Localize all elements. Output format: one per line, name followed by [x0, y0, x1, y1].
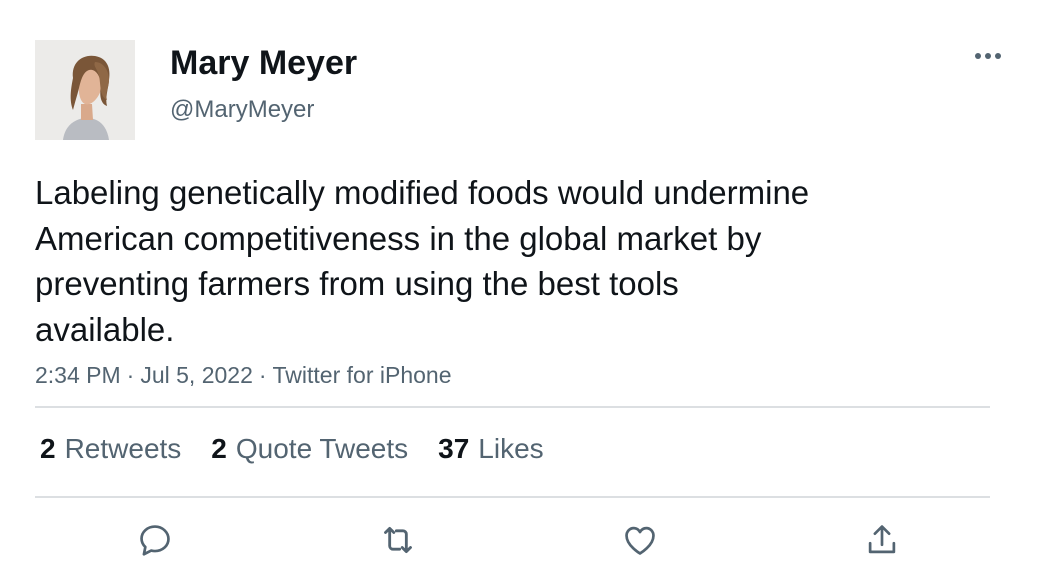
share-button[interactable]	[860, 518, 904, 562]
retweets-count: 2	[40, 433, 56, 464]
retweets-label: Retweets	[64, 433, 182, 464]
quote-tweets-count: 2	[211, 433, 227, 464]
reply-button[interactable]	[133, 518, 177, 562]
tweet-actions-bar	[0, 518, 1050, 562]
divider	[35, 406, 990, 408]
engagement-stats: 2 Retweets 2 Quote Tweets 37 Likes	[40, 430, 544, 468]
more-horizontal-icon	[975, 53, 1001, 59]
tweet-text: Labeling genetically modified foods woul…	[35, 174, 810, 348]
likes-label: Likes	[478, 433, 544, 464]
quote-tweets-stat[interactable]: 2 Quote Tweets	[211, 430, 408, 468]
profile-photo-icon	[35, 40, 135, 140]
likes-stat[interactable]: 37 Likes	[438, 430, 544, 468]
divider	[35, 496, 990, 498]
retweet-icon	[384, 526, 412, 554]
tweet-time[interactable]: 2:34 PM	[35, 362, 121, 388]
avatar[interactable]	[35, 40, 135, 140]
more-options-button[interactable]	[966, 40, 1010, 72]
display-name[interactable]: Mary Meyer	[170, 42, 357, 84]
likes-count: 37	[438, 433, 470, 464]
tweet-date[interactable]: Jul 5, 2022	[140, 362, 253, 388]
user-handle[interactable]: @MaryMeyer	[170, 95, 314, 125]
heart-icon	[625, 526, 655, 555]
tweet-source[interactable]: Twitter for iPhone	[273, 362, 452, 388]
meta-separator: ·	[258, 362, 267, 388]
retweet-button[interactable]	[376, 518, 420, 562]
reply-icon	[140, 525, 170, 556]
meta-separator: ·	[126, 362, 135, 388]
tweet-metadata: 2:34 PM · Jul 5, 2022 · Twitter for iPhone	[35, 360, 452, 390]
quote-tweets-label: Quote Tweets	[235, 433, 409, 464]
retweets-stat[interactable]: 2 Retweets	[40, 430, 181, 468]
share-icon	[868, 525, 896, 554]
like-button[interactable]	[618, 518, 662, 562]
